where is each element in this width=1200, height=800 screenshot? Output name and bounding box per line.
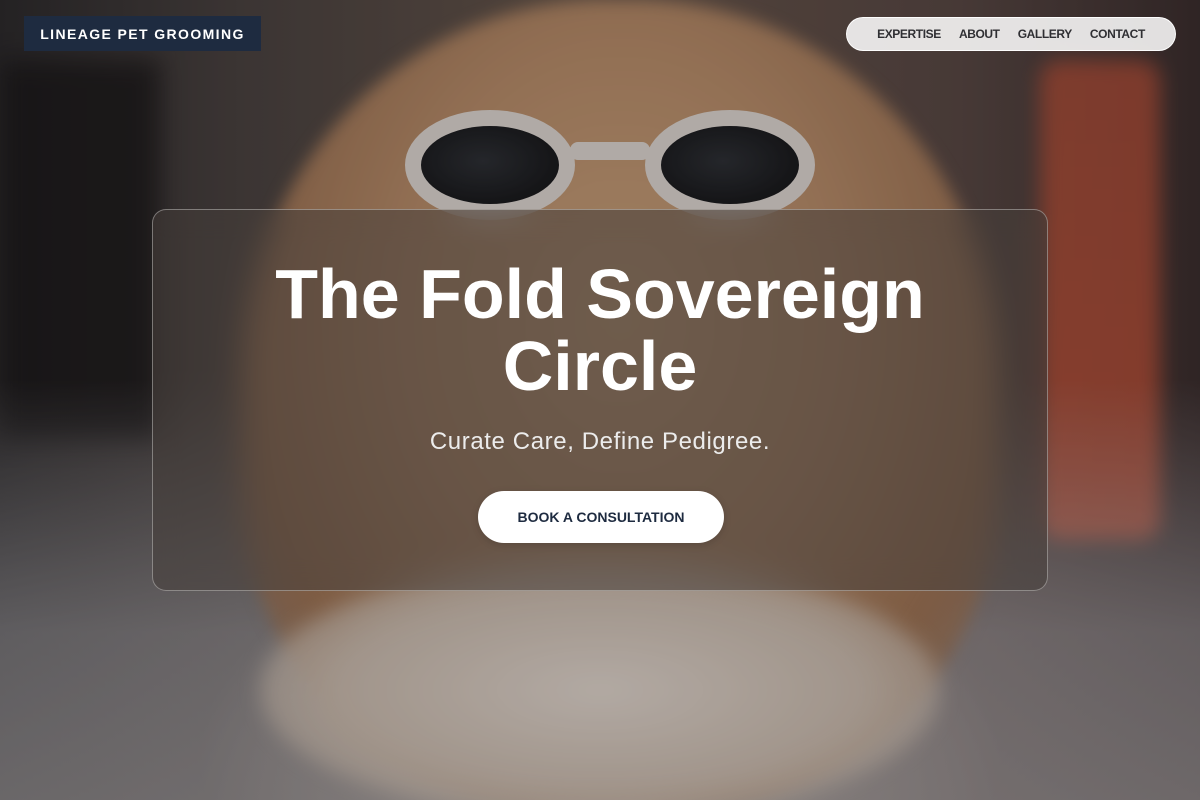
nav-link-gallery[interactable]: GALLERY [1018, 27, 1072, 41]
hero-card: The Fold Sovereign Circle Curate Care, D… [152, 209, 1048, 591]
hero-subtitle: Curate Care, Define Pedigree. [429, 428, 771, 455]
nav-link-contact[interactable]: CONTACT [1090, 27, 1145, 41]
brand-logo[interactable]: LINEAGE PET GROOMING [24, 16, 261, 51]
brand-name: LINEAGE PET GROOMING [40, 25, 245, 42]
nav-link-about[interactable]: ABOUT [959, 27, 1000, 41]
main-nav: EXPERTISE ABOUT GALLERY CONTACT [846, 17, 1176, 51]
book-consultation-button[interactable]: BOOK A CONSULTATION [478, 491, 724, 543]
nav-link-expertise[interactable]: EXPERTISE [877, 27, 941, 41]
hero-title: The Fold Sovereign Circle [275, 255, 925, 405]
